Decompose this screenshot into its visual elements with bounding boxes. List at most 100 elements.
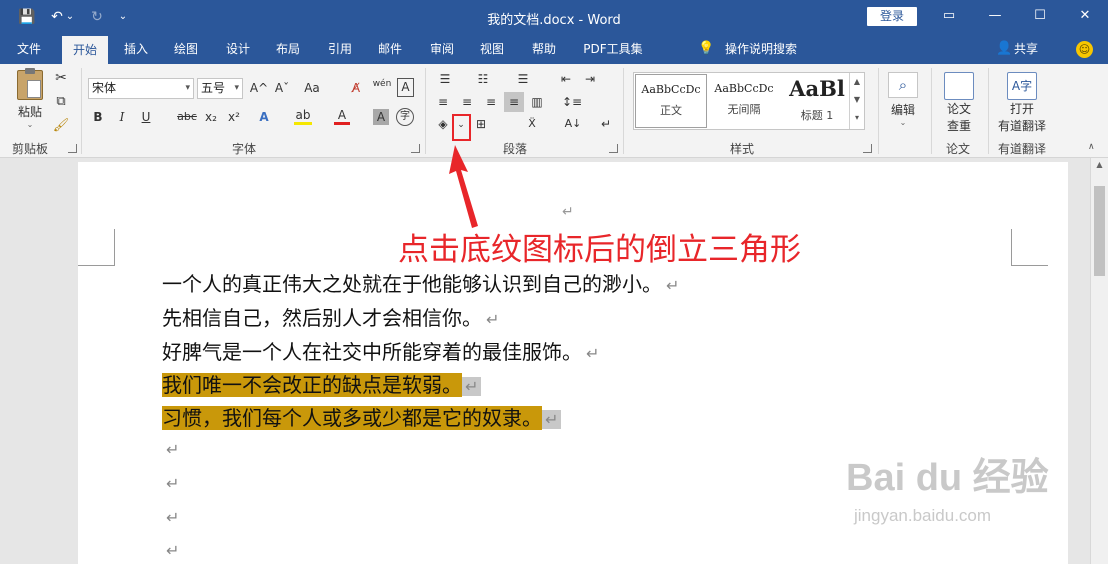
- text-effects-icon[interactable]: A: [256, 107, 272, 127]
- increase-indent-icon[interactable]: ⇥: [580, 69, 600, 89]
- redo-icon[interactable]: ↻: [86, 7, 108, 27]
- highlight-color-icon[interactable]: ab: [294, 107, 312, 125]
- tab-insert[interactable]: 插入: [118, 34, 154, 64]
- share-button[interactable]: 共享: [1014, 34, 1038, 64]
- subscript-button[interactable]: x₂: [202, 107, 220, 127]
- minimize-icon[interactable]: —: [983, 5, 1007, 27]
- document-line-highlighted[interactable]: 习惯，我们每个人或多或少都是它的奴隶。 ↵: [162, 402, 562, 435]
- styles-gallery-scroll[interactable]: ▲ ▼ ▾: [849, 73, 864, 129]
- lightbulb-icon: 💡: [698, 41, 715, 56]
- edit-button[interactable]: ⌕ 编辑 ⌄: [886, 72, 920, 127]
- font-color-icon[interactable]: A: [334, 107, 350, 125]
- tab-view[interactable]: 视图: [474, 34, 510, 64]
- save-icon[interactable]: 💾: [16, 7, 38, 27]
- superscript-button[interactable]: x²: [225, 107, 243, 127]
- group-label-translate: 有道翻译: [998, 142, 1047, 156]
- chinese-layout-icon[interactable]: Ẍ: [520, 114, 544, 134]
- align-right-icon[interactable]: ≡: [482, 92, 500, 112]
- character-shading-icon[interactable]: A: [373, 109, 389, 125]
- tab-home[interactable]: 开始: [62, 36, 108, 64]
- baidu-watermark-url: jingyan.baidu.com: [854, 506, 992, 525]
- user-icon: 👤: [996, 41, 1013, 56]
- styles-gallery: AaBbCcDc 正文 AaBbCcDc 无间隔 AaBl 标题 1 ▲ ▼ ▾: [633, 72, 865, 130]
- cut-icon[interactable]: ✂: [52, 68, 70, 88]
- tab-help[interactable]: 帮助: [526, 34, 562, 64]
- borders-icon[interactable]: ⊞: [472, 114, 490, 134]
- undo-dropdown-icon[interactable]: ⌄: [64, 7, 76, 27]
- feedback-smiley-icon[interactable]: ☺: [1076, 41, 1093, 58]
- clipboard-icon: [17, 68, 43, 100]
- tab-pdf-tools[interactable]: PDF工具集: [578, 34, 648, 64]
- tab-design[interactable]: 设计: [220, 34, 256, 64]
- translate-label-1: 打开: [1009, 102, 1034, 116]
- bold-button[interactable]: B: [90, 107, 106, 127]
- line-spacing-icon[interactable]: ↕≡: [560, 92, 584, 112]
- document-line-highlighted[interactable]: 我们唯一不会改正的缺点是软弱。 ↵: [162, 369, 482, 402]
- font-size-combo[interactable]: 五号 ▾: [197, 78, 243, 99]
- ribbon-display-options-icon[interactable]: ▭: [937, 5, 961, 27]
- baidu-watermark-logo: Bai du 经验: [846, 457, 1049, 499]
- format-painter-icon[interactable]: 🖌: [52, 116, 70, 136]
- youdao-translate-button[interactable]: A字 打开 有道翻译: [994, 72, 1050, 134]
- translate-icon: A字: [1007, 72, 1037, 100]
- enclose-characters-icon[interactable]: 字: [396, 108, 414, 126]
- style-normal[interactable]: AaBbCcDc 正文: [635, 74, 707, 128]
- paste-dropdown-icon[interactable]: ⌄: [12, 120, 48, 129]
- decrease-indent-icon[interactable]: ⇤: [556, 69, 576, 89]
- underline-button[interactable]: U: [138, 107, 154, 127]
- paper-check-button[interactable]: 论文 查重: [940, 72, 978, 134]
- show-marks-icon[interactable]: ↵: [596, 114, 616, 134]
- justify-icon[interactable]: ≡: [504, 92, 524, 112]
- change-case-icon[interactable]: Aa: [300, 78, 324, 98]
- tab-layout[interactable]: 布局: [270, 34, 306, 64]
- document-line[interactable]: 一个人的真正伟大之处就在于他能够认识到自己的渺小。 ↵: [162, 268, 679, 301]
- document-search-icon: [944, 72, 974, 100]
- style-heading-1[interactable]: AaBl 标题 1: [781, 74, 853, 128]
- maximize-icon[interactable]: ☐: [1028, 5, 1052, 27]
- login-button[interactable]: 登录: [867, 7, 917, 26]
- vertical-scrollbar[interactable]: ▲: [1090, 158, 1108, 564]
- tab-file[interactable]: 文件: [10, 34, 48, 64]
- group-label-paper: 论文: [946, 142, 971, 156]
- customize-toolbar-icon[interactable]: ⌄: [116, 7, 130, 27]
- grow-font-icon[interactable]: A^: [249, 78, 269, 98]
- styles-launcher-icon[interactable]: [863, 144, 872, 153]
- paste-button[interactable]: 粘贴 ⌄: [12, 68, 48, 129]
- phonetic-guide-icon[interactable]: wén: [372, 78, 392, 98]
- bullets-icon[interactable]: ☰: [434, 69, 456, 89]
- strikethrough-button[interactable]: abc: [176, 107, 198, 127]
- font-name-combo[interactable]: 宋体 ▾: [88, 78, 194, 99]
- shading-icon[interactable]: ◈: [434, 114, 452, 134]
- multilevel-list-icon[interactable]: ☰: [512, 69, 534, 89]
- tab-mailings[interactable]: 邮件: [372, 34, 408, 64]
- collapse-ribbon-icon[interactable]: ∧: [1088, 142, 1095, 152]
- align-center-icon[interactable]: ≡: [458, 92, 476, 112]
- font-launcher-icon[interactable]: [411, 144, 420, 153]
- italic-button[interactable]: I: [114, 107, 130, 127]
- empty-paragraph-mark: ↵: [166, 474, 180, 493]
- character-border-icon[interactable]: A: [397, 78, 414, 97]
- sort-icon[interactable]: A↓: [562, 114, 584, 134]
- scroll-up-icon[interactable]: ▲: [1091, 160, 1108, 169]
- annotation-highlight-box: [452, 114, 471, 141]
- scroll-thumb[interactable]: [1094, 186, 1105, 276]
- copy-icon[interactable]: ⧉: [52, 92, 70, 112]
- shrink-font-icon[interactable]: Aˇ: [272, 78, 292, 98]
- tab-draw[interactable]: 绘图: [168, 34, 204, 64]
- document-line[interactable]: 先相信自己，然后别人才会相信你。 ↵: [162, 302, 499, 335]
- align-left-icon[interactable]: ≡: [434, 92, 452, 112]
- document-line[interactable]: 好脾气是一个人在社交中所能穿着的最佳服饰。 ↵: [162, 336, 599, 369]
- clipboard-launcher-icon[interactable]: [68, 144, 77, 153]
- tell-me-search[interactable]: 操作说明搜索: [725, 34, 797, 64]
- tab-review[interactable]: 审阅: [424, 34, 460, 64]
- distributed-icon[interactable]: ▥: [528, 92, 546, 112]
- edit-label: 编辑: [890, 103, 915, 117]
- paragraph-launcher-icon[interactable]: [609, 144, 618, 153]
- numbering-icon[interactable]: ☷: [472, 69, 494, 89]
- close-icon[interactable]: ✕: [1073, 5, 1097, 27]
- edit-dropdown-icon[interactable]: ⌄: [886, 118, 920, 127]
- margin-corner-right: [1011, 229, 1048, 266]
- clear-format-icon[interactable]: A̸: [346, 78, 366, 98]
- style-no-spacing[interactable]: AaBbCcDc 无间隔: [708, 74, 780, 128]
- tab-references[interactable]: 引用: [322, 34, 358, 64]
